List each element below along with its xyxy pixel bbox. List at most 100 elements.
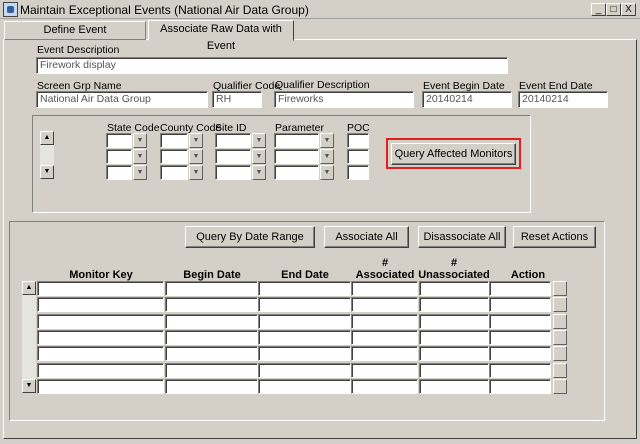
action-cell[interactable] xyxy=(489,346,551,361)
end-date-cell[interactable] xyxy=(258,379,351,394)
end-date-cell[interactable] xyxy=(258,281,351,296)
county-code-cell[interactable] xyxy=(160,133,188,148)
minimize-button[interactable]: _ xyxy=(591,3,606,16)
event-end-date-field[interactable]: 20140214 xyxy=(518,91,608,108)
begin-date-cell[interactable] xyxy=(165,330,258,345)
site-id-cell[interactable] xyxy=(215,149,251,164)
monitor-key-cell[interactable] xyxy=(37,379,164,394)
tab-define-event[interactable]: Define Event xyxy=(4,21,146,40)
unassociated-count-cell[interactable] xyxy=(419,363,489,378)
associated-count-cell[interactable] xyxy=(351,314,418,329)
action-cell[interactable] xyxy=(489,363,551,378)
dropdown-icon[interactable]: ▼ xyxy=(320,165,334,180)
monitor-key-cell[interactable] xyxy=(37,363,164,378)
poc-cell[interactable] xyxy=(347,149,369,164)
begin-date-cell[interactable] xyxy=(165,379,258,394)
row-action-button[interactable] xyxy=(553,379,567,394)
county-code-cell[interactable] xyxy=(160,149,188,164)
filter-scroll-up-icon[interactable]: ▲ xyxy=(40,131,54,145)
unassociated-count-cell[interactable] xyxy=(419,314,489,329)
action-cell[interactable] xyxy=(489,314,551,329)
poc-cell[interactable] xyxy=(347,133,369,148)
monitor-key-cell[interactable] xyxy=(37,314,164,329)
row-action-button[interactable] xyxy=(553,297,567,312)
col-action: Action xyxy=(510,269,546,281)
unassociated-count-cell[interactable] xyxy=(419,330,489,345)
site-id-cell[interactable] xyxy=(215,165,251,180)
action-cell[interactable] xyxy=(489,281,551,296)
dropdown-icon[interactable]: ▼ xyxy=(133,165,147,180)
parameter-cell[interactable] xyxy=(274,133,319,148)
dropdown-icon[interactable]: ▼ xyxy=(133,149,147,164)
event-description-field[interactable]: Firework display xyxy=(36,57,508,74)
dropdown-icon[interactable]: ▼ xyxy=(133,133,147,148)
disassociate-all-button[interactable]: Disassociate All xyxy=(418,226,506,248)
dropdown-icon[interactable]: ▼ xyxy=(252,133,266,148)
screen-grp-field[interactable]: National Air Data Group xyxy=(36,91,208,108)
row-action-button[interactable] xyxy=(553,363,567,378)
action-cell[interactable] xyxy=(489,330,551,345)
dropdown-icon[interactable]: ▼ xyxy=(189,165,203,180)
end-date-cell[interactable] xyxy=(258,346,351,361)
parameter-cell[interactable] xyxy=(274,149,319,164)
poc-cell[interactable] xyxy=(347,165,369,180)
table-scroll-down-icon[interactable]: ▼ xyxy=(22,379,36,393)
col-unassociated: Unassociated xyxy=(418,269,490,281)
begin-date-cell[interactable] xyxy=(165,281,258,296)
end-date-cell[interactable] xyxy=(258,330,351,345)
county-code-cell[interactable] xyxy=(160,165,188,180)
begin-date-cell[interactable] xyxy=(165,363,258,378)
dropdown-icon[interactable]: ▼ xyxy=(252,165,266,180)
end-date-cell[interactable] xyxy=(258,363,351,378)
qualifier-code-field[interactable]: RH xyxy=(212,91,262,108)
row-action-button[interactable] xyxy=(553,281,567,296)
row-action-button[interactable] xyxy=(553,330,567,345)
monitor-key-cell[interactable] xyxy=(37,297,164,312)
begin-date-cell[interactable] xyxy=(165,314,258,329)
associate-all-button[interactable]: Associate All xyxy=(324,226,409,248)
action-cell[interactable] xyxy=(489,379,551,394)
begin-date-cell[interactable] xyxy=(165,297,258,312)
dropdown-icon[interactable]: ▼ xyxy=(189,149,203,164)
close-button[interactable]: X xyxy=(621,3,636,16)
begin-date-cell[interactable] xyxy=(165,346,258,361)
end-date-cell[interactable] xyxy=(258,297,351,312)
parameter-cell[interactable] xyxy=(274,165,319,180)
maximize-button[interactable]: □ xyxy=(606,3,621,16)
end-date-cell[interactable] xyxy=(258,314,351,329)
unassociated-count-cell[interactable] xyxy=(419,346,489,361)
event-begin-date-field[interactable]: 20140214 xyxy=(422,91,512,108)
table-scroll-track[interactable] xyxy=(22,281,36,393)
monitor-key-cell[interactable] xyxy=(37,330,164,345)
associated-count-cell[interactable] xyxy=(351,281,418,296)
site-id-cell[interactable] xyxy=(215,133,251,148)
query-by-date-range-button[interactable]: Query By Date Range xyxy=(185,226,315,248)
unassociated-count-cell[interactable] xyxy=(419,281,489,296)
state-code-cell[interactable] xyxy=(106,149,132,164)
associated-count-cell[interactable] xyxy=(351,379,418,394)
query-affected-monitors-button[interactable]: Query Affected Monitors xyxy=(391,143,516,165)
row-action-button[interactable] xyxy=(553,314,567,329)
associated-count-cell[interactable] xyxy=(351,363,418,378)
filter-scroll-down-icon[interactable]: ▼ xyxy=(40,165,54,179)
dropdown-icon[interactable]: ▼ xyxy=(320,133,334,148)
row-action-button[interactable] xyxy=(553,346,567,361)
table-scroll-up-icon[interactable]: ▲ xyxy=(22,281,36,295)
dropdown-icon[interactable]: ▼ xyxy=(189,133,203,148)
state-code-cell[interactable] xyxy=(106,133,132,148)
monitor-key-cell[interactable] xyxy=(37,346,164,361)
monitor-key-cell[interactable] xyxy=(37,281,164,296)
associated-count-cell[interactable] xyxy=(351,346,418,361)
qualifier-description-field[interactable]: Fireworks xyxy=(274,91,414,108)
tab-associate-raw-data[interactable]: Associate Raw Data with Event xyxy=(148,20,294,52)
dropdown-icon[interactable]: ▼ xyxy=(320,149,334,164)
qualifier-description-label: Qualifier Description xyxy=(275,79,370,91)
state-code-cell[interactable] xyxy=(106,165,132,180)
associated-count-cell[interactable] xyxy=(351,297,418,312)
dropdown-icon[interactable]: ▼ xyxy=(252,149,266,164)
associated-count-cell[interactable] xyxy=(351,330,418,345)
unassociated-count-cell[interactable] xyxy=(419,379,489,394)
reset-actions-button[interactable]: Reset Actions xyxy=(513,226,596,248)
unassociated-count-cell[interactable] xyxy=(419,297,489,312)
action-cell[interactable] xyxy=(489,297,551,312)
